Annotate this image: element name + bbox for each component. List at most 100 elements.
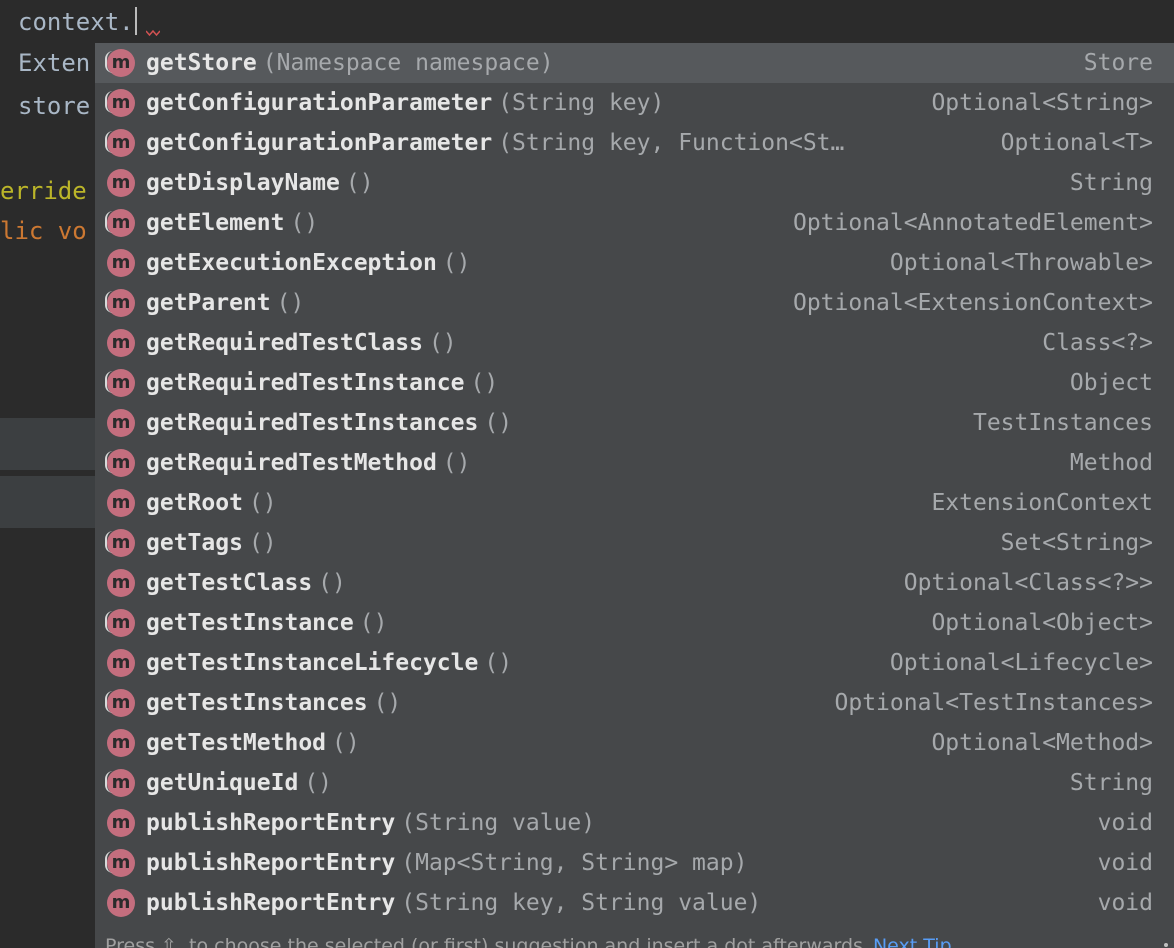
- method-signature: getRoot(): [146, 483, 277, 523]
- code-line[interactable]: store: [18, 91, 90, 121]
- method-signature: getRequiredTestMethod(): [146, 443, 471, 483]
- method-params: (): [484, 650, 513, 676]
- method-name: getRoot: [146, 490, 243, 516]
- return-type: Optional<Lifecycle>: [889, 650, 1153, 676]
- method-icon: m: [107, 409, 135, 437]
- method-name: getConfigurationParameter: [146, 90, 493, 116]
- method-params: (): [318, 570, 346, 596]
- completion-item[interactable]: m publishReportEntry (Map<String, String> …: [95, 843, 1174, 883]
- code-line[interactable]: Exten: [18, 48, 90, 78]
- method-signature: publishReportEntry (String value): [146, 803, 595, 843]
- method-name: getRequiredTestInstances: [146, 410, 479, 436]
- return-type: void: [1097, 810, 1153, 836]
- completion-item[interactable]: m getTestInstances() Optional<TestInstance…: [95, 683, 1174, 723]
- method-name: getUniqueId: [146, 770, 299, 796]
- method-params: (): [470, 370, 499, 396]
- more-options-icon[interactable]: [1164, 943, 1168, 947]
- method-signature: getTestMethod(): [146, 723, 360, 763]
- method-signature: getRequiredTestInstances(): [146, 403, 512, 443]
- method-name: getExecutionException: [146, 250, 437, 276]
- code-line-annotation[interactable]: erride: [0, 176, 87, 206]
- method-icon: m: [105, 769, 135, 797]
- completion-item[interactable]: m getTestClass() Optional<Class<?>>: [95, 563, 1174, 603]
- code-line-keyword[interactable]: lic vo: [0, 216, 87, 246]
- completion-item[interactable]: m getTestInstance() Optional<Object>: [95, 603, 1174, 643]
- method-name: publishReportEntry: [146, 850, 396, 876]
- method-icon: m: [107, 809, 135, 837]
- method-icon: m: [107, 729, 135, 757]
- completion-item[interactable]: m getTestInstanceLifecycle() Optional<Life…: [95, 643, 1174, 683]
- method-params: (): [373, 690, 402, 716]
- completion-item[interactable]: m getRequiredTestMethod() Method: [95, 443, 1174, 483]
- completion-item[interactable]: m publishReportEntry (String value) void: [95, 803, 1174, 843]
- editor-panel-strip: [0, 418, 100, 470]
- method-icon: m: [105, 369, 135, 397]
- method-icon: m: [105, 209, 135, 237]
- completion-item[interactable]: m getConfigurationParameter (String key) Op…: [95, 83, 1174, 123]
- method-params: (): [359, 610, 388, 636]
- completion-item[interactable]: m getExecutionException() Optional<Throwab…: [95, 243, 1174, 283]
- completion-item[interactable]: m getRequiredTestClass() Class<?>: [95, 323, 1174, 363]
- method-icon: m: [105, 129, 135, 157]
- editor-panel-strip: [0, 476, 100, 528]
- completion-footer: Press ⇧. to choose the selected (or firs…: [95, 936, 1174, 948]
- completion-item[interactable]: m getStore (Namespace namespace) Store: [95, 43, 1174, 83]
- code-line-context[interactable]: context.: [18, 7, 137, 37]
- method-name: getElement: [146, 210, 285, 236]
- method-signature: getRequiredTestInstance(): [146, 363, 498, 403]
- method-icon: m: [107, 249, 135, 277]
- method-name: getTags: [146, 530, 243, 556]
- completion-item[interactable]: m getDisplayName() String: [95, 163, 1174, 203]
- return-type: Optional<Throwable>: [889, 250, 1153, 276]
- method-icon: m: [105, 529, 135, 557]
- completion-item[interactable]: m getUniqueId() String: [95, 763, 1174, 803]
- method-signature: getTestInstances(): [146, 683, 401, 723]
- method-params: (): [345, 170, 374, 196]
- completion-item[interactable]: m getRequiredTestInstances() TestInstances: [95, 403, 1174, 443]
- return-type: Optional<Object>: [931, 610, 1153, 636]
- method-icon: m: [105, 289, 135, 317]
- method-name: getDisplayName: [146, 170, 340, 196]
- return-type: Optional<T>: [1000, 130, 1153, 156]
- method-params: (String key, Function<St…: [498, 130, 845, 156]
- method-params: (): [248, 530, 277, 556]
- return-type: ExtensionContext: [931, 490, 1153, 516]
- method-params: (Map<String, String> map): [401, 850, 748, 876]
- method-signature: getDisplayName(): [146, 163, 374, 203]
- method-icon: m: [107, 649, 135, 677]
- return-type: TestInstances: [972, 410, 1153, 436]
- method-params: (): [304, 770, 333, 796]
- method-signature: getRequiredTestClass(): [146, 323, 457, 363]
- return-type: Set<String>: [1000, 530, 1153, 556]
- method-params: (String value): [401, 810, 596, 836]
- return-type: Optional<String>: [931, 90, 1153, 116]
- method-icon: m: [107, 489, 135, 517]
- completion-item[interactable]: m getParent() Optional<ExtensionContext>: [95, 283, 1174, 323]
- method-signature: getConfigurationParameter (String key): [146, 83, 664, 123]
- method-params: (): [428, 330, 457, 356]
- completion-item[interactable]: m getTestMethod() Optional<Method>: [95, 723, 1174, 763]
- completion-item[interactable]: m getConfigurationParameter (String key, F…: [95, 123, 1174, 163]
- method-name: getTestClass: [146, 570, 313, 596]
- method-params: (): [290, 210, 319, 236]
- completion-item[interactable]: m getRequiredTestInstance() Object: [95, 363, 1174, 403]
- method-name: getRequiredTestInstance: [146, 370, 465, 396]
- method-icon: m: [105, 89, 135, 117]
- method-params: (): [248, 490, 277, 516]
- method-signature: getUniqueId(): [146, 763, 332, 803]
- method-name: getStore: [146, 50, 257, 76]
- method-icon: m: [105, 449, 135, 477]
- next-tip-link[interactable]: Next Tip: [873, 935, 952, 948]
- completion-item[interactable]: m getRoot() ExtensionContext: [95, 483, 1174, 523]
- method-signature: getParent(): [146, 283, 304, 323]
- method-icon: m: [107, 169, 135, 197]
- completion-item[interactable]: m getTags() Set<String>: [95, 523, 1174, 563]
- return-type: Object: [1069, 370, 1153, 396]
- method-icon: m: [107, 329, 135, 357]
- completion-item[interactable]: m publishReportEntry (String key, String v…: [95, 883, 1174, 923]
- completion-item[interactable]: m getElement() Optional<AnnotatedElement>: [95, 203, 1174, 243]
- method-signature: getExecutionException(): [146, 243, 471, 283]
- return-type: Method: [1069, 450, 1153, 476]
- method-icon: m: [105, 689, 135, 717]
- completion-popup[interactable]: m getStore (Namespace namespace) Store m getC…: [95, 43, 1174, 948]
